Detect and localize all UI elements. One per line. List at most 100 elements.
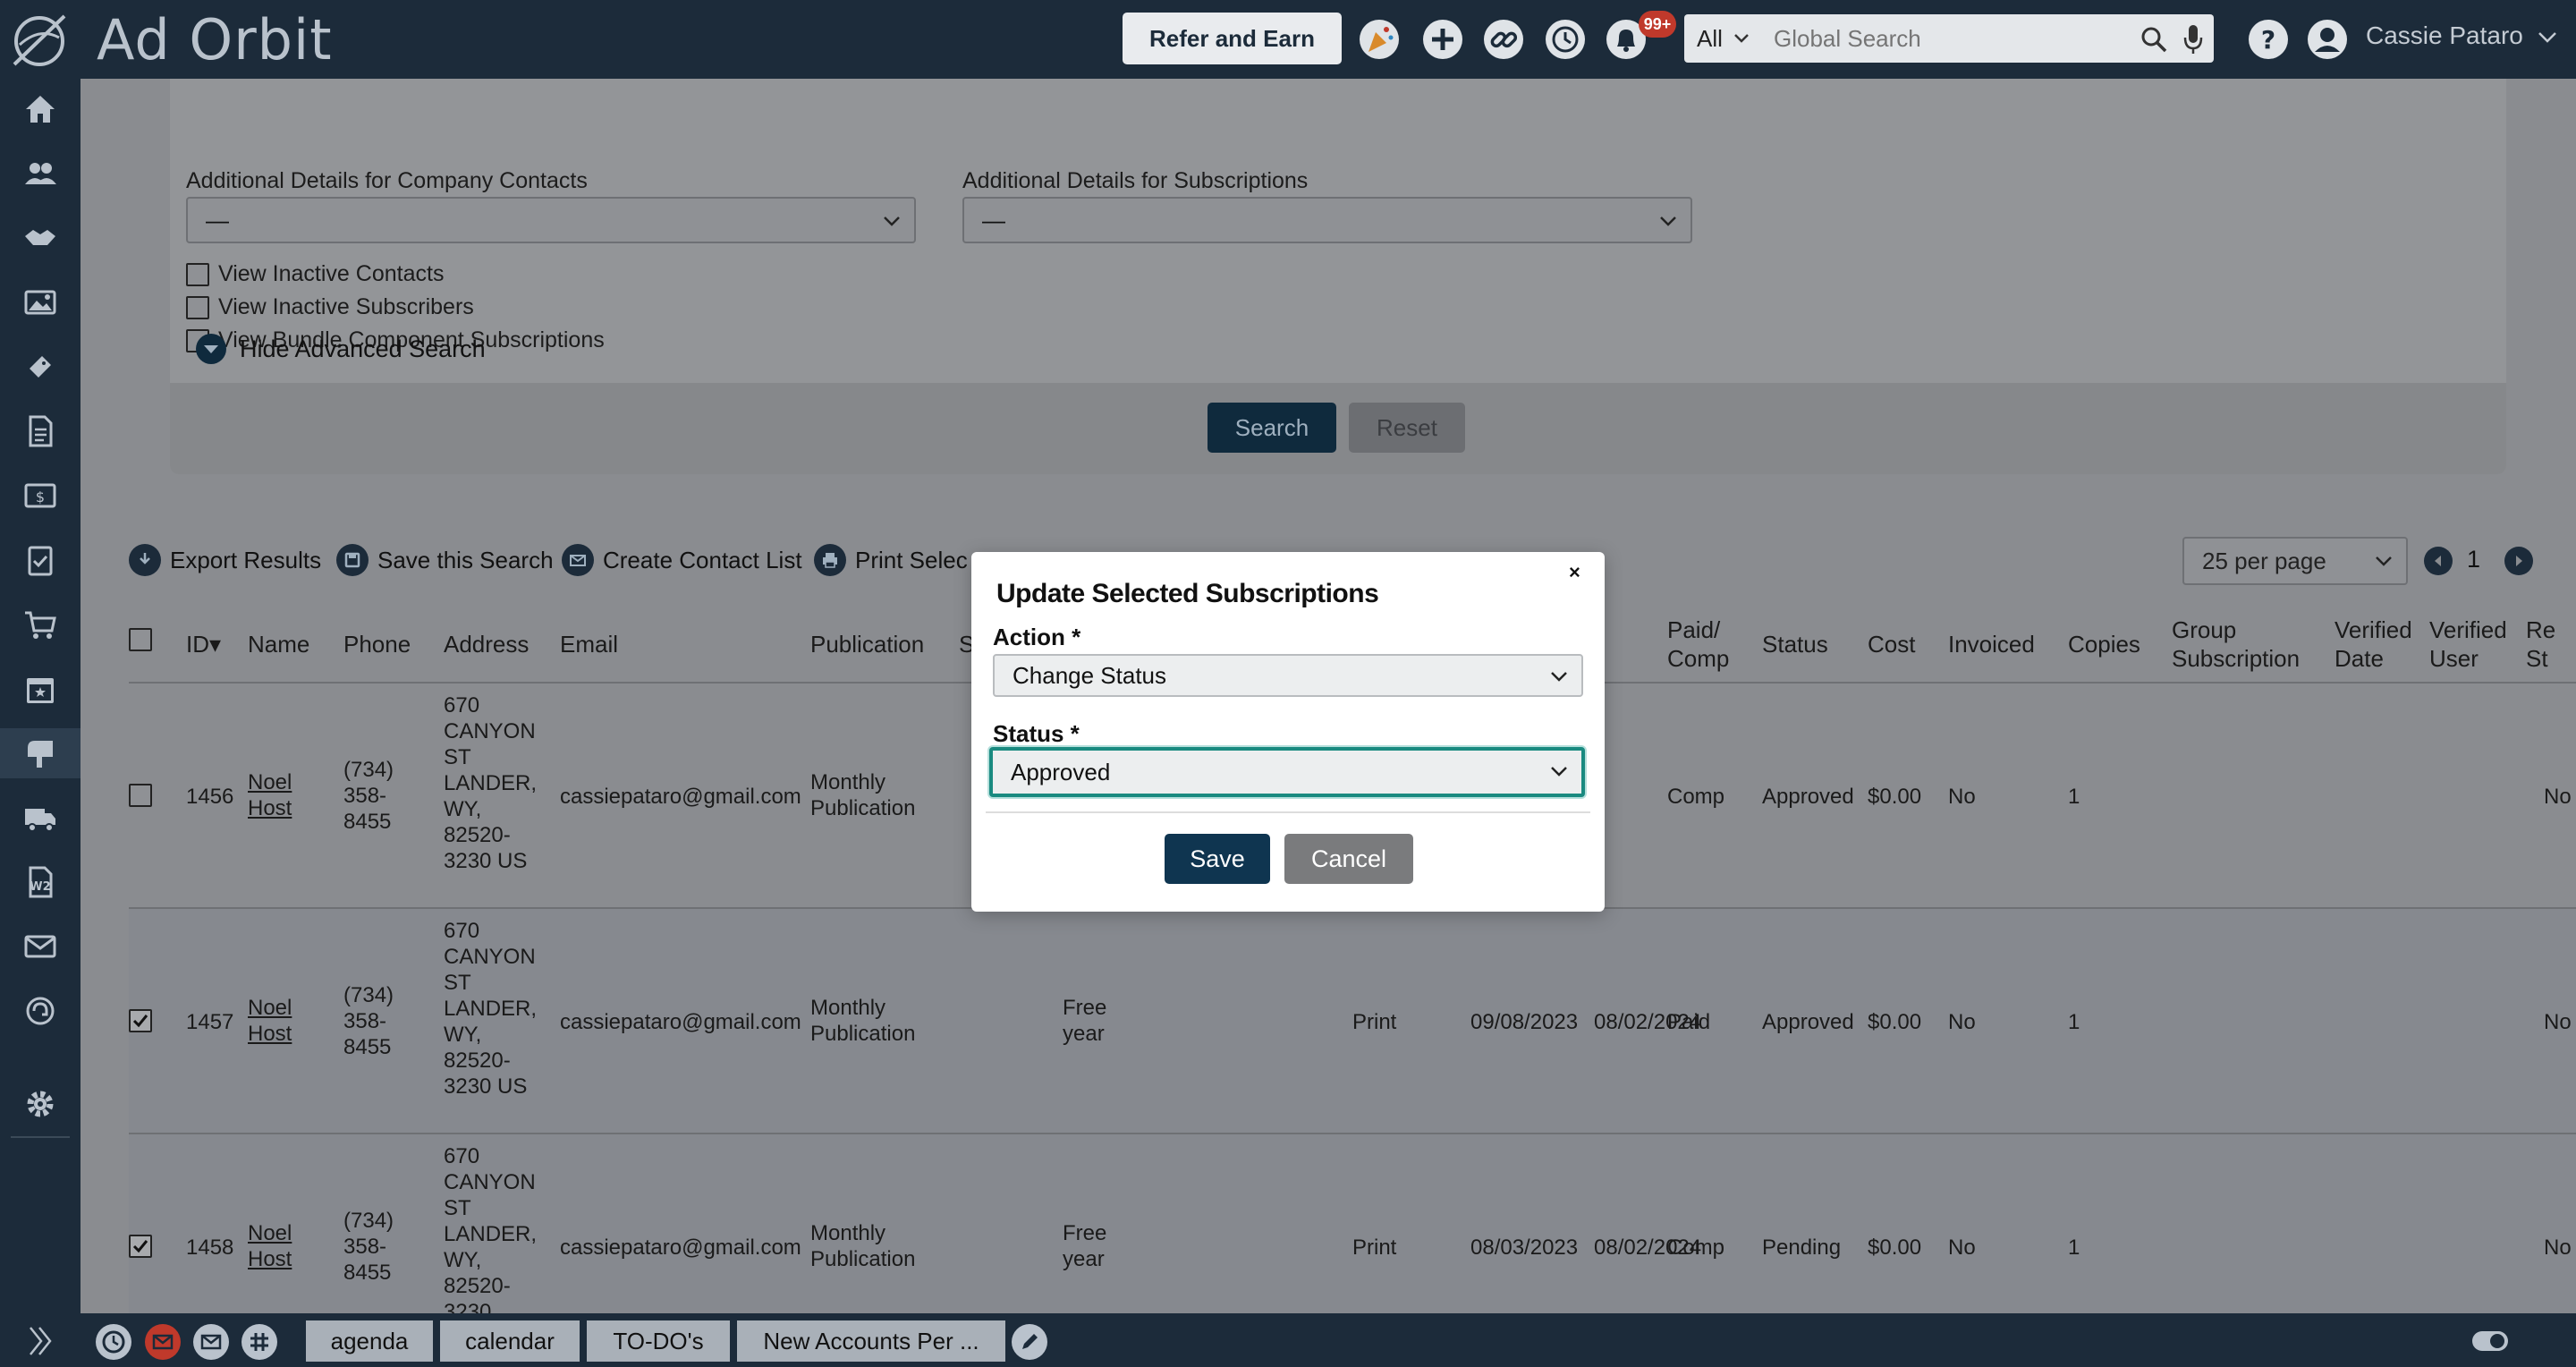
- save-button[interactable]: Save: [1165, 834, 1270, 884]
- refer-and-earn-button[interactable]: Refer and Earn: [1123, 13, 1342, 64]
- help-icon[interactable]: ?: [2243, 14, 2293, 64]
- taskbar-tab-agenda[interactable]: agenda: [306, 1320, 433, 1362]
- company-contacts-details-label: Additional Details for Company Contacts: [186, 168, 588, 193]
- table-row[interactable]: 1458 Noel Host (734) 358- 8455 670 CANYO…: [129, 1134, 2576, 1313]
- search-icon[interactable]: [2140, 25, 2168, 54]
- export-icon: [129, 544, 161, 576]
- status-select[interactable]: Approved: [989, 747, 1585, 797]
- reset-button[interactable]: Reset: [1349, 403, 1465, 453]
- clipboard-check-icon[interactable]: [15, 535, 65, 585]
- chevron-circle-down-icon: [196, 334, 226, 364]
- column-header-group-subscription[interactable]: Group Subscription: [2172, 616, 2315, 673]
- row-select-checkbox[interactable]: [129, 784, 152, 807]
- edit-pencil-icon[interactable]: [1012, 1324, 1047, 1360]
- taskbar-tab-todos[interactable]: TO-DO's: [587, 1320, 730, 1362]
- column-header-name[interactable]: Name: [248, 630, 309, 658]
- top-navigation-bar: Ad Orbit Refer and Earn 99+ All ? Cassie…: [0, 0, 2576, 79]
- cancel-button[interactable]: Cancel: [1284, 834, 1413, 884]
- cell-re-st: No: [2544, 1235, 2572, 1260]
- subscriptions-details-select[interactable]: —: [962, 197, 1692, 243]
- handshake-icon[interactable]: [15, 213, 65, 263]
- home-icon[interactable]: [15, 84, 65, 134]
- party-popper-icon[interactable]: [1354, 14, 1404, 64]
- settings-gear-icon[interactable]: [15, 1079, 65, 1129]
- orbit-logo-icon[interactable]: [7, 9, 72, 73]
- table-row[interactable]: 1457 Noel Host (734) 358- 8455 670 CANYO…: [129, 909, 2576, 1134]
- user-menu[interactable]: Cassie Pataro: [2366, 21, 2557, 50]
- chevron-down-icon: [1551, 767, 1567, 777]
- contacts-icon[interactable]: [15, 149, 65, 199]
- slack-icon[interactable]: [242, 1324, 277, 1360]
- column-header-cost[interactable]: Cost: [1868, 630, 1915, 658]
- cell-status: Pending: [1762, 1235, 1842, 1260]
- inbox-icon[interactable]: [193, 1324, 229, 1360]
- view-inactive-contacts-option[interactable]: View Inactive Contacts: [186, 261, 444, 287]
- column-header-verified-date[interactable]: Verified Date: [2334, 616, 2415, 673]
- column-header-publication[interactable]: Publication: [810, 630, 924, 658]
- next-page-icon[interactable]: [2504, 547, 2533, 575]
- column-header-status[interactable]: Status: [1762, 630, 1828, 658]
- cell-term: Free year: [1063, 996, 1107, 1046]
- add-icon[interactable]: [1418, 14, 1468, 64]
- microphone-icon[interactable]: [2182, 23, 2204, 55]
- select-value: —: [982, 206, 1005, 233]
- contact-name-link[interactable]: Noel Host: [248, 769, 310, 821]
- document-icon[interactable]: [15, 406, 65, 456]
- search-button[interactable]: Search: [1208, 403, 1336, 453]
- hide-advanced-search-toggle[interactable]: Hide Advanced Search: [195, 333, 486, 365]
- view-inactive-contacts-checkbox[interactable]: [186, 262, 209, 286]
- previous-page-icon[interactable]: [2424, 547, 2453, 575]
- action-select[interactable]: Change Status: [993, 654, 1583, 697]
- cart-icon[interactable]: [15, 599, 65, 650]
- calendar-icon[interactable]: [15, 664, 65, 714]
- column-header-phone[interactable]: Phone: [343, 630, 411, 658]
- row-select-checkbox[interactable]: [129, 1009, 152, 1032]
- column-header-email[interactable]: Email: [560, 630, 618, 658]
- mail-icon[interactable]: [15, 921, 65, 972]
- svg-text:W2: W2: [30, 880, 50, 894]
- column-header-re-st[interactable]: Re St: [2526, 616, 2562, 673]
- delivery-truck-icon[interactable]: [15, 793, 65, 843]
- chevron-down-icon: [1551, 672, 1567, 682]
- support-icon[interactable]: [15, 986, 65, 1036]
- close-icon[interactable]: ×: [1569, 561, 1580, 584]
- email-alert-icon[interactable]: [145, 1324, 181, 1360]
- billing-icon[interactable]: $: [15, 471, 65, 521]
- search-scope-dropdown[interactable]: All: [1684, 14, 1759, 63]
- toggle-switch-icon[interactable]: [2470, 1328, 2510, 1354]
- select-all-checkbox[interactable]: [129, 628, 152, 651]
- column-header-id[interactable]: ID▾: [186, 630, 221, 658]
- column-header-verified-user[interactable]: Verified User: [2429, 616, 2510, 673]
- taskbar-tab-calendar[interactable]: calendar: [440, 1320, 580, 1362]
- create-contact-list-button[interactable]: Create Contact List: [562, 544, 802, 576]
- print-selected-button[interactable]: Print Selec: [814, 544, 968, 576]
- column-header-paid-comp[interactable]: Paid/ Comp: [1667, 616, 1730, 673]
- contact-name-link[interactable]: Noel Host: [248, 995, 310, 1047]
- media-gallery-icon[interactable]: [15, 277, 65, 327]
- row-select-checkbox[interactable]: [129, 1235, 152, 1258]
- subscriptions-mailbox-icon[interactable]: [0, 728, 80, 778]
- column-header-address[interactable]: Address: [444, 630, 529, 658]
- w2-form-icon[interactable]: W2: [15, 857, 65, 907]
- history-icon[interactable]: [1540, 14, 1590, 64]
- column-header-invoiced[interactable]: Invoiced: [1948, 630, 2035, 658]
- per-page-select[interactable]: 25 per page: [2182, 537, 2408, 585]
- column-header-copies[interactable]: Copies: [2068, 630, 2140, 658]
- expand-sidebar-icon[interactable]: [25, 1324, 55, 1358]
- company-contacts-details-select[interactable]: —: [186, 197, 916, 243]
- select-value: —: [206, 206, 229, 233]
- cell-term: Free year: [1063, 1221, 1107, 1271]
- clock-icon[interactable]: [96, 1324, 131, 1360]
- view-inactive-subscribers-checkbox[interactable]: [186, 295, 209, 319]
- contact-name-link[interactable]: Noel Host: [248, 1220, 310, 1272]
- app-logo-text[interactable]: Ad Orbit: [97, 7, 333, 72]
- cell-paid-comp: Paid: [1667, 1010, 1711, 1034]
- envelope-icon: [562, 544, 594, 576]
- view-inactive-subscribers-option[interactable]: View Inactive Subscribers: [186, 294, 474, 320]
- ticket-icon[interactable]: [15, 342, 65, 392]
- taskbar-tab-new-accounts[interactable]: New Accounts Per ...: [737, 1320, 1005, 1362]
- save-search-button[interactable]: Save this Search: [336, 544, 554, 576]
- avatar[interactable]: [2302, 14, 2352, 64]
- link-icon[interactable]: [1479, 14, 1529, 64]
- export-results-button[interactable]: Export Results: [129, 544, 321, 576]
